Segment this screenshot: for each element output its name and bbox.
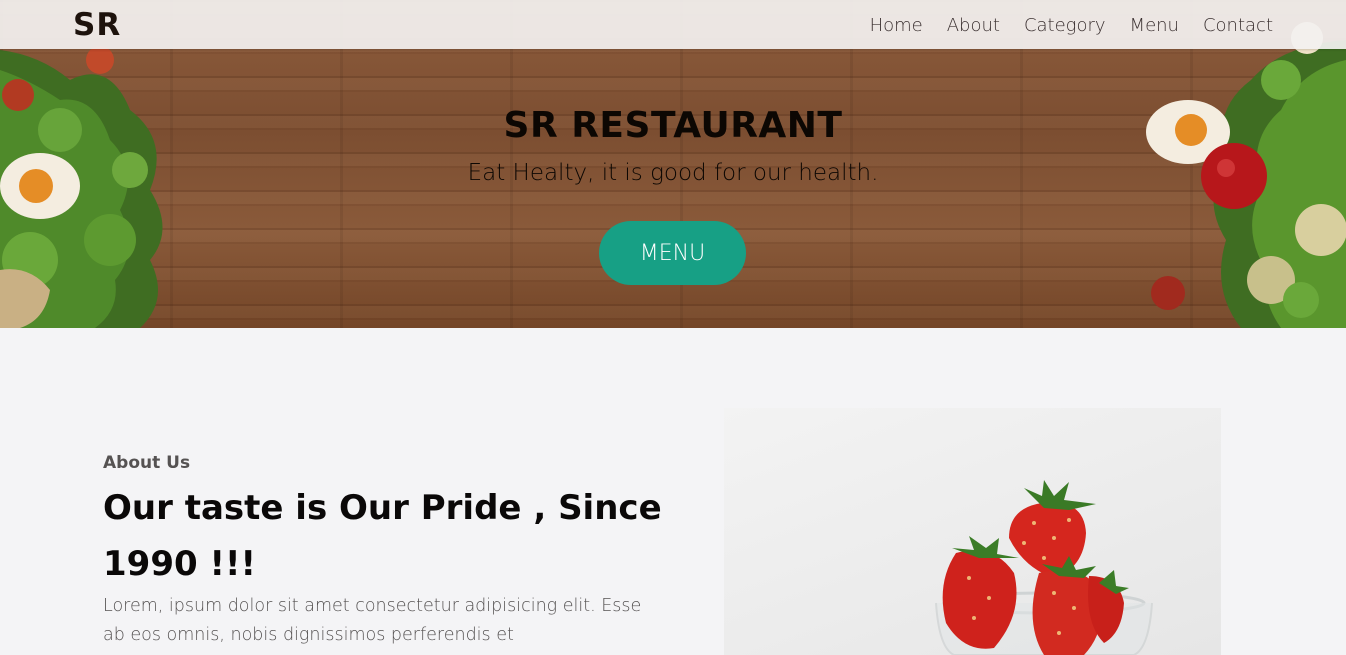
nav-link-about[interactable]: About	[947, 15, 1000, 36]
menu-button[interactable]: MENU	[599, 221, 746, 285]
navbar: SR Home About Category Menu Contact	[0, 0, 1346, 49]
hero-title: SR RESTAURANT	[503, 105, 843, 146]
nav-link-category[interactable]: Category	[1024, 15, 1106, 36]
strawberry-bowl-image	[724, 408, 1221, 655]
hero-banner: SR RESTAURANT Eat Healty, it is good for…	[0, 0, 1346, 328]
hero-subtitle: Eat Healty, it is good for our health.	[467, 160, 879, 186]
logo[interactable]: SR	[73, 7, 121, 43]
nav-link-menu[interactable]: Menu	[1130, 15, 1179, 36]
about-body: Lorem, ipsum dolor sit amet consectetur …	[103, 596, 642, 645]
nav-links: Home About Category Menu Contact	[870, 15, 1273, 36]
nav-link-contact[interactable]: Contact	[1203, 15, 1273, 36]
nav-link-home[interactable]: Home	[870, 15, 923, 36]
about-tag: About Us	[103, 453, 191, 473]
about-heading: Our taste is Our Pride , Since 1990 !!!	[103, 488, 662, 584]
